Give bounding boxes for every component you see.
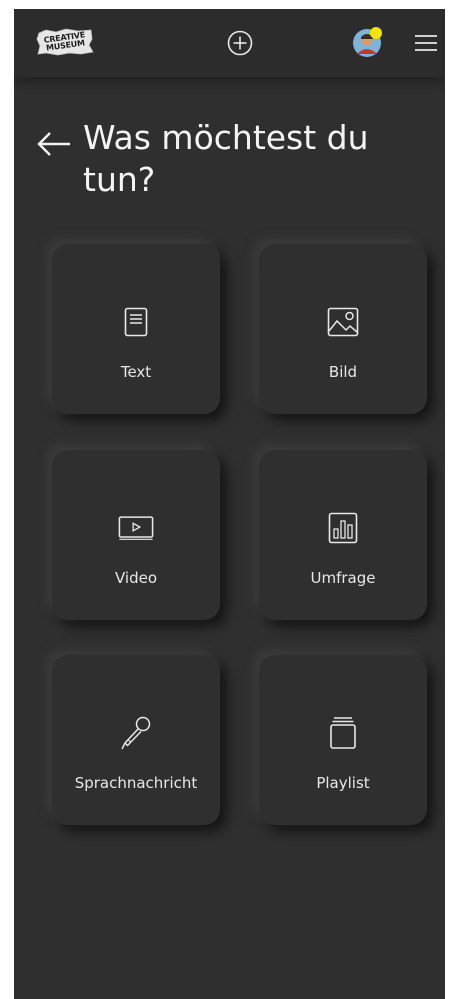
option-card-playlist[interactable]: Playlist [259, 655, 427, 825]
option-label: Video [114, 569, 158, 587]
microphone-icon [118, 715, 154, 751]
text-document-icon [118, 304, 154, 340]
option-label: Bild [328, 363, 358, 381]
option-label: Text [120, 363, 152, 381]
image-icon [325, 304, 361, 340]
option-label: Umfrage [310, 569, 376, 587]
page-title: Was möchtest du tun? [83, 118, 369, 199]
notification-badge [370, 27, 382, 39]
option-card-video[interactable]: Video [52, 450, 220, 620]
option-card-image[interactable]: Bild [259, 244, 427, 414]
hamburger-menu-icon[interactable] [414, 33, 438, 53]
arrow-left-icon[interactable] [36, 131, 72, 157]
option-card-poll[interactable]: Umfrage [259, 450, 427, 620]
app-screen: CREATIVE MUSEUM Was möchtest du tun? Tex… [14, 9, 445, 999]
poll-bar-chart-icon [325, 510, 361, 546]
plus-circle-icon[interactable] [227, 30, 253, 56]
creative-museum-logo[interactable]: CREATIVE MUSEUM [36, 27, 94, 57]
option-card-voice-message[interactable]: Sprachnachricht [52, 655, 220, 825]
option-label: Sprachnachricht [74, 774, 198, 792]
playlist-stack-icon [325, 715, 361, 751]
top-navigation-bar: CREATIVE MUSEUM [14, 9, 445, 77]
video-play-icon [118, 510, 154, 546]
avatar[interactable] [351, 25, 385, 59]
option-card-text[interactable]: Text [52, 244, 220, 414]
option-label: Playlist [316, 774, 370, 792]
